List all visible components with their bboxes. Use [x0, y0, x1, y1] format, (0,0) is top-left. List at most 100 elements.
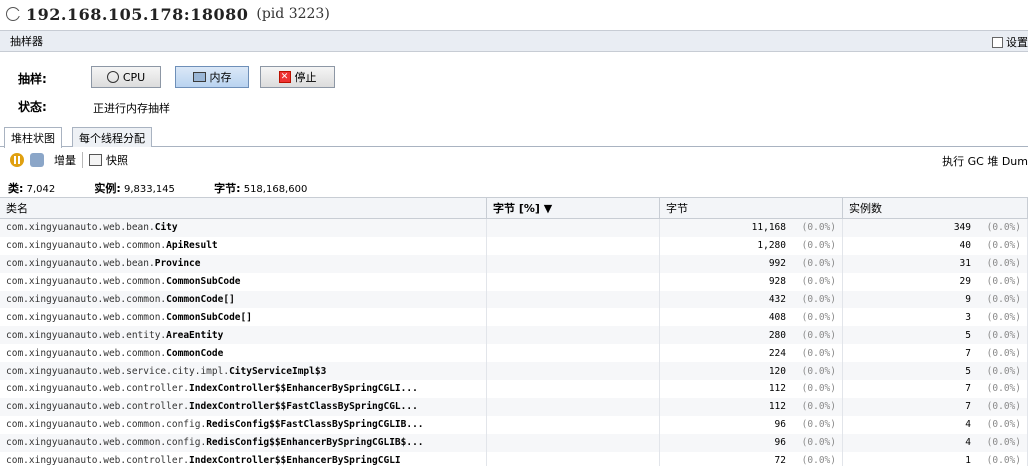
table-row[interactable]: com.xingyuanauto.web.common. CommonSubCod… [0, 272, 1028, 291]
table-row[interactable]: com.xingyuanauto.web.common.config. Redis… [0, 433, 1028, 452]
instances-percent: (0.0%) [986, 294, 1021, 305]
table-row[interactable]: com.xingyuanauto.web.common.config. Redis… [0, 415, 1028, 434]
cpu-button[interactable]: CPU [91, 66, 161, 88]
bytes-cell: 280 (0.0%) [660, 326, 843, 345]
class-simple-name: CityServiceImpl$3 [229, 365, 327, 377]
bytes-value: 432 [768, 294, 786, 305]
delta-button[interactable]: 增量 [54, 152, 76, 168]
bytes-value: 992 [768, 258, 786, 270]
class-simple-name: Province [154, 258, 201, 270]
bytes-value: 1,280 [757, 240, 786, 252]
stop-button[interactable]: ✕ 停止 [260, 66, 335, 88]
instances-cell: 7 (0.0%) [843, 397, 1028, 416]
instances-percent: (0.0%) [986, 222, 1021, 234]
stop-button-label: 停止 [294, 71, 317, 84]
instances-value: 7 [965, 401, 971, 413]
class-name-cell: com.xingyuanauto.web.common.config. Redis… [0, 415, 487, 434]
refresh-icon[interactable] [30, 153, 44, 167]
package-name: com.xingyuanauto.web.entity. [6, 329, 167, 341]
pause-icon[interactable] [10, 153, 24, 167]
host-address: 192.168.105.178:18080 [26, 4, 249, 24]
package-name: com.xingyuanauto.web.controller. [6, 401, 190, 413]
instances-value: 29 [959, 276, 971, 288]
column-bytes-percent[interactable]: 字节 [%] ▼ [487, 198, 660, 218]
column-bytes[interactable]: 字节 [660, 198, 843, 218]
class-name-cell: com.xingyuanauto.web.bean. City [0, 219, 487, 237]
settings-checkbox[interactable] [992, 36, 1003, 48]
bytes-bar-cell [487, 415, 660, 434]
bytes-cell: 96 (0.0%) [660, 433, 843, 452]
bytes-value: 112 [768, 401, 786, 413]
bytes-bar-cell [487, 344, 660, 363]
cpu-button-label: CPU [122, 70, 146, 84]
class-name-cell: com.xingyuanauto.web.common.config. Redis… [0, 433, 487, 452]
class-name-cell: com.xingyuanauto.web.service.city.impl. C… [0, 362, 487, 381]
instances-percent: (0.0%) [986, 401, 1021, 413]
column-class-name[interactable]: 类名 [0, 198, 487, 218]
table-row[interactable]: com.xingyuanauto.web.controller. IndexCon… [0, 380, 1028, 398]
bytes-value: 96 [774, 437, 786, 449]
tab-per-thread-allocation[interactable]: 每个线程分配 [72, 127, 152, 147]
class-name-cell: com.xingyuanauto.web.controller. IndexCon… [0, 451, 487, 466]
instances-percent: (0.0%) [986, 365, 1021, 377]
table-row[interactable]: com.xingyuanauto.web.common. CommonCode[]… [0, 290, 1028, 309]
table-row[interactable]: com.xingyuanauto.web.bean. Province 992 (0.… [0, 254, 1028, 273]
class-name-cell: com.xingyuanauto.web.common. CommonCode [0, 344, 487, 363]
summary-stats: 类: 7,042 实例: 9,833,145 字节: 518,168,600 [8, 180, 307, 196]
table-row[interactable]: com.xingyuanauto.web.controller. IndexCon… [0, 397, 1028, 416]
bytes-bar-cell [487, 380, 660, 398]
instances-value: 4 [965, 437, 971, 449]
bytes-cell: 11,168 (0.0%) [660, 219, 843, 237]
bytes-percent: (0.0%) [801, 222, 836, 234]
table-row[interactable]: com.xingyuanauto.web.common. CommonSubCod… [0, 308, 1028, 327]
bytes-percent: (0.0%) [801, 383, 836, 395]
heap-histogram-table: 类名 字节 [%] ▼ 字节 实例数 com.xingyuanauto.web.… [0, 197, 1028, 466]
table-body: com.xingyuanauto.web.bean. City 11,168 (0.0… [0, 219, 1028, 466]
bytes-label: 字节: [214, 182, 241, 195]
tab-heap-histogram[interactable]: 堆柱状图 [4, 127, 62, 148]
table-row[interactable]: com.xingyuanauto.web.common. CommonCode 22… [0, 344, 1028, 363]
bytes-bar-cell [487, 236, 660, 255]
instances-percent: (0.0%) [986, 311, 1021, 323]
histogram-toolbar: 增量 快照 执行 GC 堆 Dum [0, 148, 1028, 172]
class-simple-name: AreaEntity [166, 329, 224, 341]
instances-value: 7 [965, 383, 971, 395]
snapshot-button[interactable]: 快照 [106, 152, 128, 168]
bytes-value: 72 [774, 455, 786, 466]
bytes-percent: (0.0%) [801, 311, 836, 323]
class-simple-name: CommonCode [166, 347, 224, 359]
package-name: com.xingyuanauto.web.controller. [6, 455, 190, 466]
table-row[interactable]: com.xingyuanauto.web.entity. AreaEntity 28… [0, 326, 1028, 345]
class-name-cell: com.xingyuanauto.web.controller. IndexCon… [0, 380, 487, 398]
package-name: com.xingyuanauto.web.common. [6, 294, 167, 305]
class-simple-name: ApiResult [166, 240, 218, 252]
instances-percent: (0.0%) [986, 258, 1021, 270]
clock-icon [106, 71, 119, 83]
bytes-percent: (0.0%) [801, 258, 836, 270]
class-simple-name: CommonSubCode[] [166, 311, 252, 323]
class-simple-name: IndexController$$FastClassBySpringCGL... [189, 401, 418, 413]
bytes-cell: 432 (0.0%) [660, 290, 843, 309]
instances-value: 5 [965, 365, 971, 377]
column-instances[interactable]: 实例数 [843, 198, 1028, 218]
package-name: com.xingyuanauto.web.bean. [6, 258, 155, 270]
bytes-percent: (0.0%) [801, 437, 836, 449]
instances-percent: (0.0%) [986, 419, 1021, 431]
gc-heap-dump-actions[interactable]: 执行 GC 堆 Dum [942, 153, 1028, 169]
table-row[interactable]: com.xingyuanauto.web.bean. City 11,168 (0.0… [0, 219, 1028, 237]
instances-cell: 31 (0.0%) [843, 254, 1028, 273]
class-name-cell: com.xingyuanauto.web.common. ApiResult [0, 236, 487, 255]
instances-cell: 7 (0.0%) [843, 380, 1028, 398]
settings-toggle[interactable]: 设置 [992, 34, 1028, 50]
table-row[interactable]: com.xingyuanauto.web.controller. IndexCon… [0, 451, 1028, 466]
class-simple-name: IndexController$$EnhancerBySpringCGLI... [189, 383, 418, 395]
instances-value: 9,833,145 [124, 184, 175, 195]
table-row[interactable]: com.xingyuanauto.web.service.city.impl. C… [0, 362, 1028, 381]
bytes-cell: 120 (0.0%) [660, 362, 843, 381]
bytes-bar-cell [487, 397, 660, 416]
instances-cell: 5 (0.0%) [843, 362, 1028, 381]
bytes-bar-cell [487, 219, 660, 237]
memory-button[interactable]: 内存 [175, 66, 249, 88]
class-simple-name: CommonCode[] [166, 294, 235, 305]
table-row[interactable]: com.xingyuanauto.web.common. ApiResult 1,2… [0, 236, 1028, 255]
